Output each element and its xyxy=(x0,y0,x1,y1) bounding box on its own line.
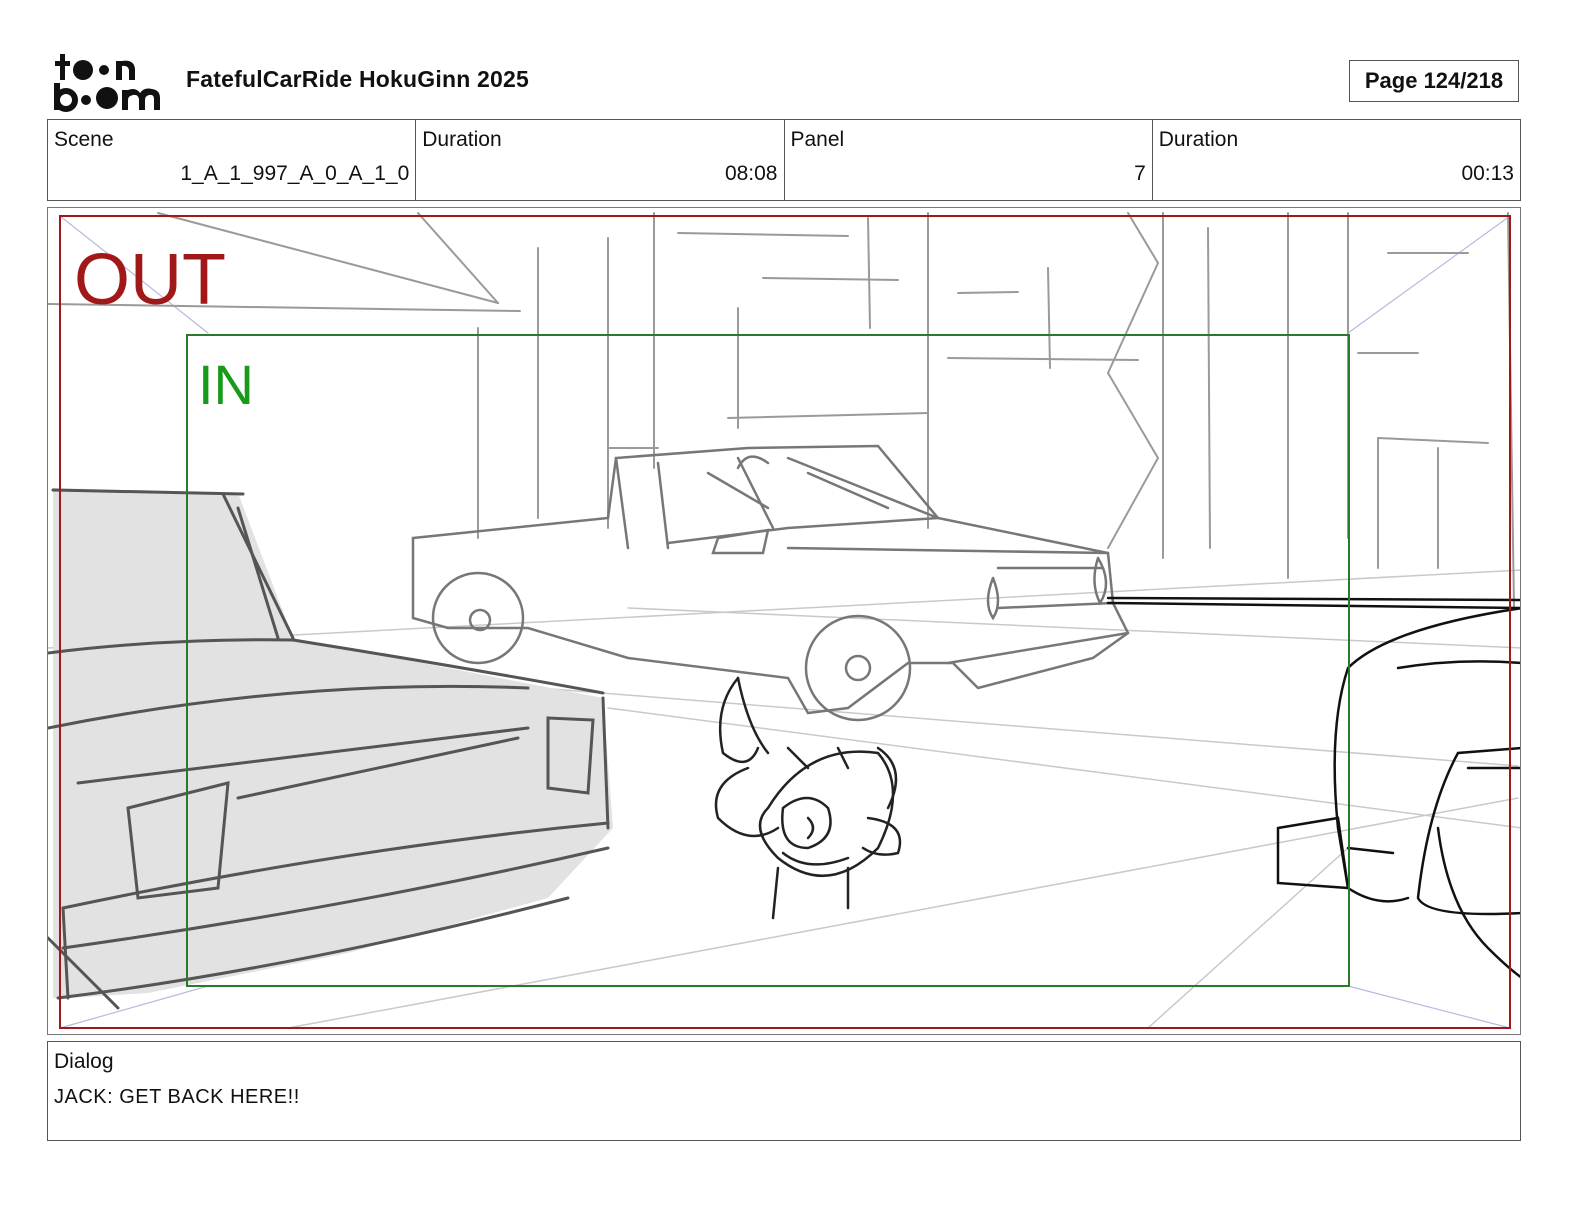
scene-label: Scene xyxy=(54,128,114,151)
panel-value: 7 xyxy=(1134,162,1146,185)
panel-drawing: OUT IN xyxy=(48,212,1520,1029)
dialog-text: JACK: GET BACK HERE!! xyxy=(54,1086,300,1108)
scene-duration-cell: Duration 08:08 xyxy=(416,120,785,200)
scene-cell: Scene 1_A_1_997_A_0_A_1_0 xyxy=(48,120,417,200)
panel-duration-cell: Duration 00:13 xyxy=(1153,120,1520,200)
scene-value: 1_A_1_997_A_0_A_1_0 xyxy=(180,162,410,185)
out-label: OUT xyxy=(74,240,226,320)
dialog-label: Dialog xyxy=(54,1050,114,1073)
panel-duration-value: 00:13 xyxy=(1461,162,1514,185)
scene-duration-value: 08:08 xyxy=(724,162,778,185)
in-label: IN xyxy=(198,353,254,416)
dialog-box: Dialog JACK: GET BACK HERE!! xyxy=(47,1041,1521,1141)
storyboard-panel: OUT IN xyxy=(47,207,1521,1035)
panel-cell: Panel 7 xyxy=(785,120,1153,200)
panel-duration-label: Duration xyxy=(1158,128,1239,151)
toonboom-logo xyxy=(54,54,160,112)
panel-label: Panel xyxy=(790,128,845,151)
page-number: Page 124/218 xyxy=(1349,60,1519,102)
document-title: FatefulCarRide HokuGinn 2025 xyxy=(186,66,530,92)
scene-duration-label: Duration xyxy=(422,128,502,151)
panel-info-table: Scene 1_A_1_997_A_0_A_1_0 Duration 08:08… xyxy=(47,119,1521,201)
